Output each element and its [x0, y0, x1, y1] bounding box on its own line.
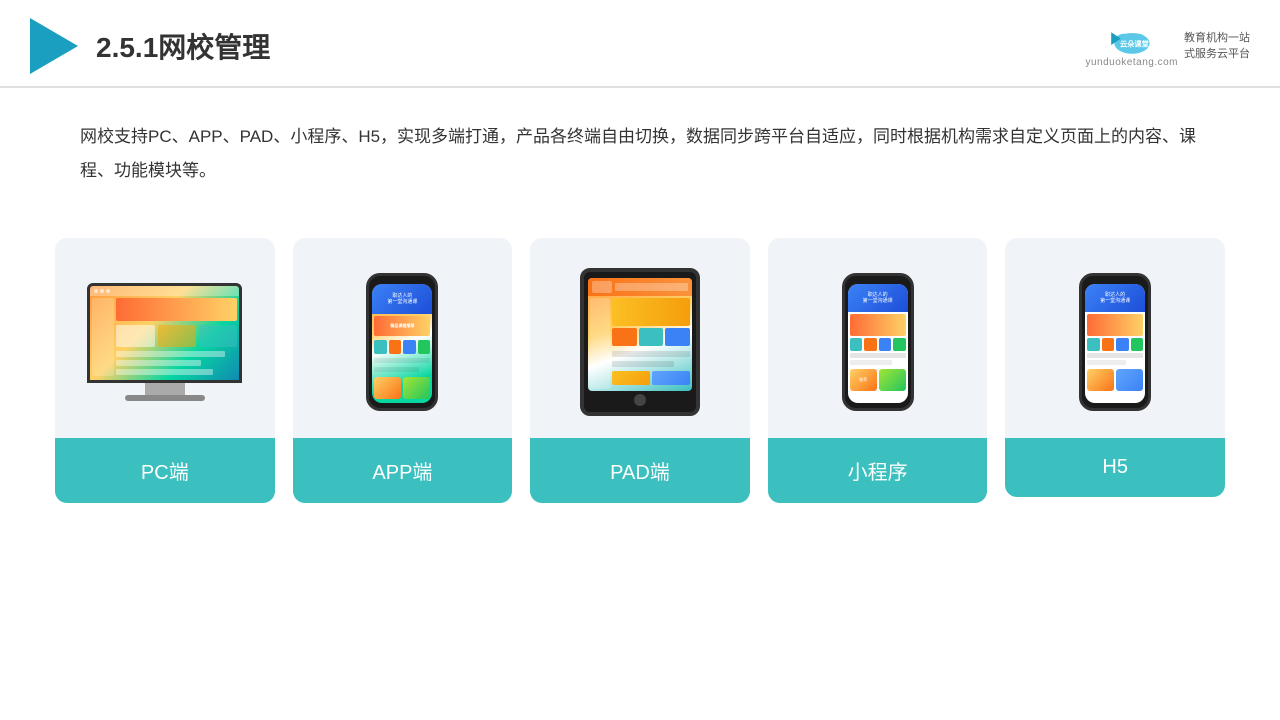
- header-left: 2.5.1网校管理: [30, 18, 270, 74]
- card-mini-label: 小程序: [768, 438, 988, 503]
- card-pad: PAD端: [530, 238, 750, 503]
- card-h5-label: H5: [1005, 438, 1225, 497]
- logo-triangle-icon: [30, 18, 78, 74]
- app-phone-screen: 职达人的第一堂沟通课 精品课程推荐: [372, 284, 432, 403]
- page-title: 2.5.1网校管理: [96, 26, 270, 66]
- card-app-label: APP端: [293, 438, 513, 503]
- card-pc-image: [55, 238, 275, 438]
- header: 2.5.1网校管理 云朵课堂 yunduoketang.com 教育机构一站: [0, 0, 1280, 88]
- brand-url: yunduoketang.com: [1085, 57, 1178, 68]
- svg-text:云朵课堂: 云朵课堂: [1120, 39, 1149, 48]
- mini-phone-screen: 职达人的第一堂沟通课: [848, 284, 908, 403]
- mini-phone-outer: 职达人的第一堂沟通课: [842, 273, 914, 411]
- card-pad-label: PAD端: [530, 438, 750, 503]
- brand-logo: 云朵课堂 yunduoketang.com 教育机构一站 式服务云平台: [1085, 25, 1250, 68]
- card-h5-image: 职达人的第一堂沟通课: [1005, 238, 1225, 438]
- card-h5: 职达人的第一堂沟通课: [1005, 238, 1225, 497]
- app-phone-mockup: 职达人的第一堂沟通课 精品课程推荐: [366, 273, 438, 411]
- card-pc-label: PC端: [55, 438, 275, 503]
- card-pad-image: [530, 238, 750, 438]
- pc-monitor: [87, 283, 242, 383]
- pad-tablet-outer: [580, 268, 700, 416]
- card-pc: PC端: [55, 238, 275, 503]
- h5-phone-outer: 职达人的第一堂沟通课: [1079, 273, 1151, 411]
- mini-phone-mockup: 职达人的第一堂沟通课: [842, 273, 914, 411]
- card-mini: 职达人的第一堂沟通课: [768, 238, 988, 503]
- card-mini-image: 职达人的第一堂沟通课: [768, 238, 988, 438]
- pc-device-mockup: [87, 283, 242, 401]
- card-app: 职达人的第一堂沟通课 精品课程推荐: [293, 238, 513, 503]
- cards-container: PC端 职达人的第一堂沟通课 精品课程推荐: [0, 218, 1280, 503]
- brand-tagline: 教育机构一站 式服务云平台: [1184, 30, 1250, 63]
- h5-phone-screen: 职达人的第一堂沟通课: [1085, 284, 1145, 403]
- description-text: 网校支持PC、APP、PAD、小程序、H5，实现多端打通，产品各终端自由切换，数…: [0, 88, 1280, 208]
- pad-tablet-mockup: [580, 268, 700, 416]
- cloud-logo-icon: 云朵课堂 yunduoketang.com: [1085, 25, 1178, 68]
- app-phone-outer: 职达人的第一堂沟通课 精品课程推荐: [366, 273, 438, 411]
- header-right: 云朵课堂 yunduoketang.com 教育机构一站 式服务云平台: [1085, 25, 1250, 68]
- pad-tablet-screen: [588, 278, 692, 391]
- card-app-image: 职达人的第一堂沟通课 精品课程推荐: [293, 238, 513, 438]
- h5-phone-mockup: 职达人的第一堂沟通课: [1079, 273, 1151, 411]
